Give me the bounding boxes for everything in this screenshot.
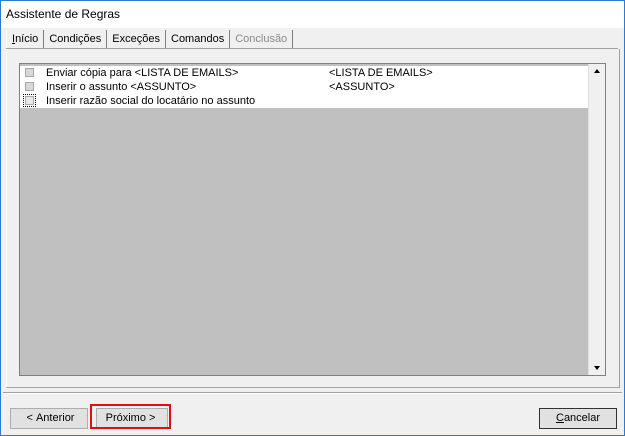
command-label: Inserir o assunto <ASSUNTO>: [46, 81, 197, 93]
list-item[interactable]: Inserir razão social do locatário no ass…: [20, 94, 588, 108]
checkbox[interactable]: [25, 68, 34, 77]
list-item[interactable]: Enviar cópia para <LISTA DE EMAILS> <LIS…: [20, 66, 588, 80]
commands-list-body: Enviar cópia para <LISTA DE EMAILS> <LIS…: [20, 64, 588, 375]
title-bar: Assistente de Regras: [1, 1, 624, 28]
rules-wizard-window: Assistente de Regras Início Condições Ex…: [0, 0, 625, 436]
command-label: Enviar cópia para <LISTA DE EMAILS>: [46, 67, 239, 79]
vertical-scrollbar[interactable]: [588, 64, 605, 375]
scroll-up-button[interactable]: [589, 64, 605, 78]
arrow-up-icon: [594, 69, 600, 73]
cancel-accel: C: [555, 412, 564, 424]
tab-conclusao: Conclusão: [230, 30, 294, 48]
checkbox[interactable]: [23, 94, 36, 107]
checkbox[interactable]: [25, 82, 34, 91]
chevron-left-icon: <: [26, 412, 33, 424]
next-button[interactable]: Próximo >: [96, 408, 168, 429]
tab-conclusao-label: Conclusão: [235, 33, 288, 45]
tab-condicoes[interactable]: Condições: [44, 30, 108, 48]
previous-button[interactable]: < Anterior: [10, 408, 88, 429]
tab-inicio-label: nício: [15, 33, 39, 45]
scroll-down-button[interactable]: [589, 361, 605, 375]
tab-comandos[interactable]: Comandos: [166, 30, 231, 48]
chevron-right-icon: >: [148, 412, 156, 424]
command-value[interactable]: <LISTA DE EMAILS>: [329, 66, 433, 80]
window-title: Assistente de Regras: [6, 7, 121, 21]
tab-strip: Início Condições Exceções Comandos Concl…: [6, 30, 294, 48]
commands-list[interactable]: Enviar cópia para <LISTA DE EMAILS> <LIS…: [19, 63, 606, 376]
next-label: Próximo: [105, 412, 146, 424]
command-label: Inserir razão social do locatário no ass…: [46, 95, 256, 107]
tab-excecoes-label: Exceções: [112, 33, 160, 45]
list-item[interactable]: Inserir o assunto <ASSUNTO> <ASSUNTO>: [20, 80, 588, 94]
command-value[interactable]: <ASSUNTO>: [329, 80, 395, 94]
tab-condicoes-label: Condições: [49, 33, 102, 45]
footer-separator: [3, 392, 622, 394]
previous-label: Anterior: [35, 412, 75, 424]
tab-inicio[interactable]: Início: [6, 30, 45, 48]
tab-excecoes[interactable]: Exceções: [107, 30, 166, 48]
cancel-label: ancelar: [563, 412, 601, 424]
arrow-down-icon: [594, 366, 600, 370]
cancel-button[interactable]: Cancelar: [539, 408, 617, 429]
tab-comandos-label: Comandos: [171, 33, 225, 45]
